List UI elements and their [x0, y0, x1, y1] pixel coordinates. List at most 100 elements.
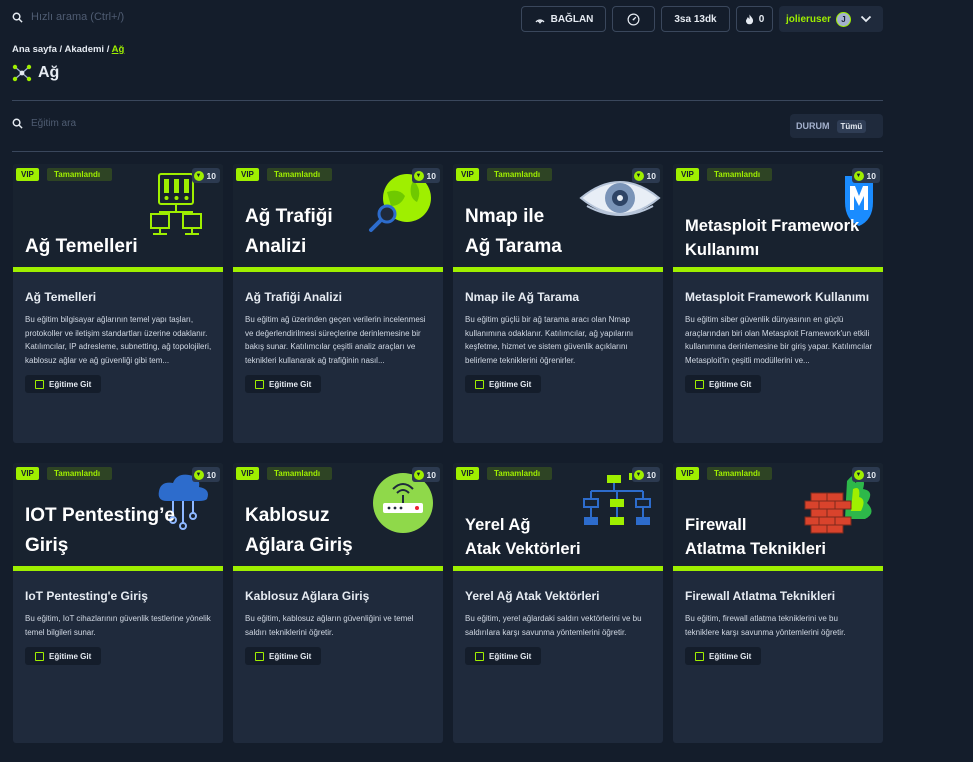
card-hero-line: Ağ Temelleri: [25, 236, 138, 257]
training-card[interactable]: VIP Tamamlandı ▼ 10 Nmap ile Ağ Tarama N…: [453, 164, 663, 443]
user-menu[interactable]: jolieruser J: [779, 6, 883, 32]
go-to-training-label: Eğitime Git: [709, 651, 752, 661]
external-link-icon: [35, 651, 44, 661]
card-hero-title: Ağ Trafiği Analizi: [245, 202, 435, 262]
card-description: Bu eğitim, firewall atlatma tekniklerini…: [685, 614, 846, 637]
go-to-training-button[interactable]: Eğitime Git: [25, 647, 102, 665]
card-hero-line: Analizi: [245, 236, 307, 257]
card-hero-line: Firewall: [685, 516, 747, 534]
external-link-icon: [475, 379, 484, 389]
card-header: VIP Tamamlandı ▼ 10 Kablosuz Ağlara Giri…: [233, 463, 443, 571]
speed-button[interactable]: [612, 6, 655, 32]
card-hero-line: Kullanımı: [685, 241, 760, 259]
progress-bar: [13, 267, 223, 272]
card-body: Ağ Temelleri Bu eğitim bilgisayar ağları…: [25, 288, 213, 394]
level-badge: ▼ 10: [851, 168, 880, 183]
connect-button[interactable]: BAĞLAN: [521, 6, 606, 32]
level-icon: ▼: [633, 170, 644, 181]
timer-button[interactable]: 3sa 13dk: [661, 6, 730, 32]
card-title: Metasploit Framework Kullanımı: [685, 290, 870, 304]
breadcrumb-home[interactable]: Ana sayfa: [12, 44, 57, 55]
divider: [12, 151, 883, 152]
completed-badge: Tamamlandı: [707, 168, 773, 181]
card-hero-title: Yerel Ağ Atak Vektörleri: [465, 513, 655, 561]
card-title: IoT Pentesting'e Giriş: [25, 589, 148, 603]
go-to-training-button[interactable]: Eğitime Git: [25, 375, 102, 393]
training-card[interactable]: VIP Tamamlandı ▼ 10 IOT Pentesting’e Gir…: [13, 463, 223, 743]
card-description: Bu eğitim, kablosuz ağların güvenliğini …: [245, 614, 414, 637]
card-body: Nmap ile Ağ Tarama Bu eğitim güçlü bir a…: [465, 288, 653, 394]
card-hero-title: Kablosuz Ağlara Giriş: [245, 501, 435, 561]
level-value: 10: [646, 469, 656, 480]
go-to-training-label: Eğitime Git: [269, 651, 312, 661]
chevron-down-icon: [860, 15, 872, 23]
go-to-training-label: Eğitime Git: [489, 379, 532, 389]
vip-badge: VIP: [16, 467, 39, 480]
card-body: IoT Pentesting'e Giriş Bu eğitim, IoT ci…: [25, 587, 213, 666]
go-to-training-button[interactable]: Eğitime Git: [245, 647, 322, 665]
status-filter-value[interactable]: Tümü: [836, 119, 867, 133]
level-icon: ▼: [413, 170, 424, 181]
breadcrumb-sep: /: [104, 44, 112, 55]
completed-badge: Tamamlandı: [487, 168, 553, 181]
status-filter[interactable]: DURUM Tümü: [790, 114, 883, 138]
training-card[interactable]: VIP Tamamlandı ▼ 10 Ağ Trafiği Analizi A…: [233, 164, 443, 443]
vip-badge: VIP: [676, 467, 699, 480]
top-bar: Hızlı arama (Ctrl+/) BAĞLAN 3sa 13dk 0 j…: [0, 0, 973, 38]
card-header: VIP Tamamlandı ▼ 10 Yerel Ağ Atak Vektör…: [453, 463, 663, 571]
external-link-icon: [255, 651, 264, 661]
progress-bar: [233, 566, 443, 571]
page-title: Ağ: [12, 64, 59, 82]
level-badge: ▼ 10: [191, 467, 220, 482]
training-card[interactable]: VIP Tamamlandı ▼ 10 Firewall Atlatma Tek…: [673, 463, 883, 743]
timer-label: 3sa 13dk: [674, 13, 717, 25]
go-to-training-button[interactable]: Eğitime Git: [245, 375, 322, 393]
streak-button[interactable]: 0: [736, 6, 773, 32]
level-badge: ▼ 10: [851, 467, 880, 482]
card-description: Bu eğitim, IoT cihazlarının güvenlik tes…: [25, 614, 211, 637]
breadcrumb-current[interactable]: Ağ: [112, 44, 125, 55]
network-nodes-icon: [12, 64, 32, 82]
card-hero-line: Atlatma Teknikleri: [685, 540, 826, 558]
divider: [12, 100, 883, 101]
breadcrumb-academy[interactable]: Akademi: [64, 44, 104, 55]
external-link-icon: [695, 379, 704, 389]
card-hero-title: IOT Pentesting’e Giriş: [25, 501, 215, 561]
go-to-training-button[interactable]: Eğitime Git: [465, 647, 542, 665]
level-badge: ▼ 10: [411, 467, 440, 482]
go-to-training-button[interactable]: Eğitime Git: [685, 647, 762, 665]
go-to-training-button[interactable]: Eğitime Git: [685, 375, 762, 393]
training-card[interactable]: VIP Tamamlandı ▼ 10 Kablosuz Ağlara Giri…: [233, 463, 443, 743]
username: jolieruser: [786, 13, 832, 25]
card-description: Bu eğitim bilgisayar ağlarının temel yap…: [25, 315, 212, 365]
training-search-placeholder: Eğitim ara: [31, 118, 77, 129]
go-to-training-button[interactable]: Eğitime Git: [465, 375, 542, 393]
level-badge: ▼ 10: [631, 467, 660, 482]
level-value: 10: [646, 170, 656, 181]
avatar: J: [836, 11, 852, 27]
level-value: 10: [206, 469, 216, 480]
vip-badge: VIP: [236, 467, 259, 480]
training-card[interactable]: VIP Tamamlandı ▼ 10 Ağ Temelleri Ağ Teme…: [13, 164, 223, 443]
progress-bar: [13, 566, 223, 571]
external-link-icon: [35, 379, 44, 389]
level-value: 10: [206, 170, 216, 181]
level-value: 10: [866, 170, 876, 181]
flame-icon: [745, 14, 753, 24]
card-body: Yerel Ağ Atak Vektörleri Bu eğitim, yere…: [465, 587, 653, 666]
progress-bar: [233, 267, 443, 272]
go-to-training-label: Eğitime Git: [489, 651, 532, 661]
level-icon: ▼: [853, 469, 864, 480]
completed-badge: Tamamlandı: [47, 467, 113, 480]
quick-search[interactable]: Hızlı arama (Ctrl+/): [12, 11, 124, 23]
vip-badge: VIP: [16, 168, 39, 181]
card-hero-line: Ağlara Giriş: [245, 535, 353, 556]
training-card[interactable]: VIP Tamamlandı ▼ 10 Metasploit Framework…: [673, 164, 883, 443]
progress-bar: [673, 566, 883, 571]
training-search[interactable]: Eğitim ara: [12, 118, 76, 129]
card-body: Ağ Trafiği Analizi Bu eğitim ağ üzerinde…: [245, 288, 433, 394]
search-icon: [12, 118, 23, 129]
card-hero-line: Kablosuz: [245, 505, 330, 526]
training-card[interactable]: VIP Tamamlandı ▼ 10 Yerel Ağ Atak Vektör…: [453, 463, 663, 743]
page-title-text: Ağ: [38, 64, 60, 81]
